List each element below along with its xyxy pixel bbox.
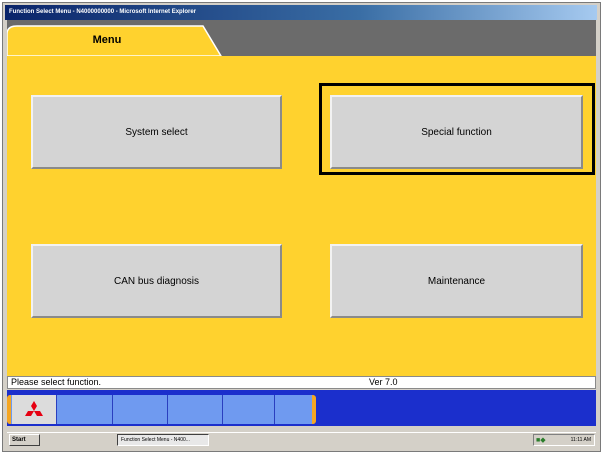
app-slot-1[interactable] (56, 395, 112, 424)
window-title: Function Select Menu - N4000000000 - Mic… (9, 9, 197, 15)
status-bar: Please select function. Ver 7.0 (7, 376, 596, 389)
app-slot-2[interactable] (112, 395, 167, 424)
mitsubishi-logo-icon (25, 401, 43, 416)
taskbar-item-label: Function Select Menu - N400... (121, 437, 190, 443)
maintenance-label: Maintenance (427, 275, 486, 287)
window-title-bar: Function Select Menu - N4000000000 - Mic… (5, 5, 597, 20)
special-function-button[interactable]: Special function (330, 95, 583, 169)
start-label: Start (12, 437, 26, 443)
tray-clock: 11:11 AM (570, 437, 591, 443)
mitsubishi-logo-button[interactable] (12, 395, 56, 424)
system-select-label: System select (125, 126, 188, 138)
windows-taskbar (7, 432, 596, 448)
taskbar-item-menu-window[interactable]: Function Select Menu - N400... (117, 434, 209, 446)
system-select-button[interactable]: System select (31, 95, 282, 169)
maintenance-button[interactable]: Maintenance (330, 244, 583, 318)
app-slot-3[interactable] (167, 395, 222, 424)
status-message: Please select function. (11, 377, 102, 387)
version-label: Ver 7.0 (369, 377, 398, 387)
start-button[interactable]: Start (9, 434, 40, 446)
can-bus-diagnosis-button[interactable]: CAN bus diagnosis (31, 244, 282, 318)
can-bus-diagnosis-label: CAN bus diagnosis (113, 275, 200, 287)
special-function-label: Special function (421, 126, 492, 138)
app-slot-5[interactable] (274, 395, 312, 424)
app-slot-4[interactable] (222, 395, 274, 424)
tab-menu[interactable]: Menu (7, 20, 225, 56)
system-tray: ■◆ 11:11 AM (533, 434, 595, 446)
tab-menu-label: Menu (92, 34, 122, 46)
tray-network-icon[interactable]: ■◆ (536, 436, 546, 444)
